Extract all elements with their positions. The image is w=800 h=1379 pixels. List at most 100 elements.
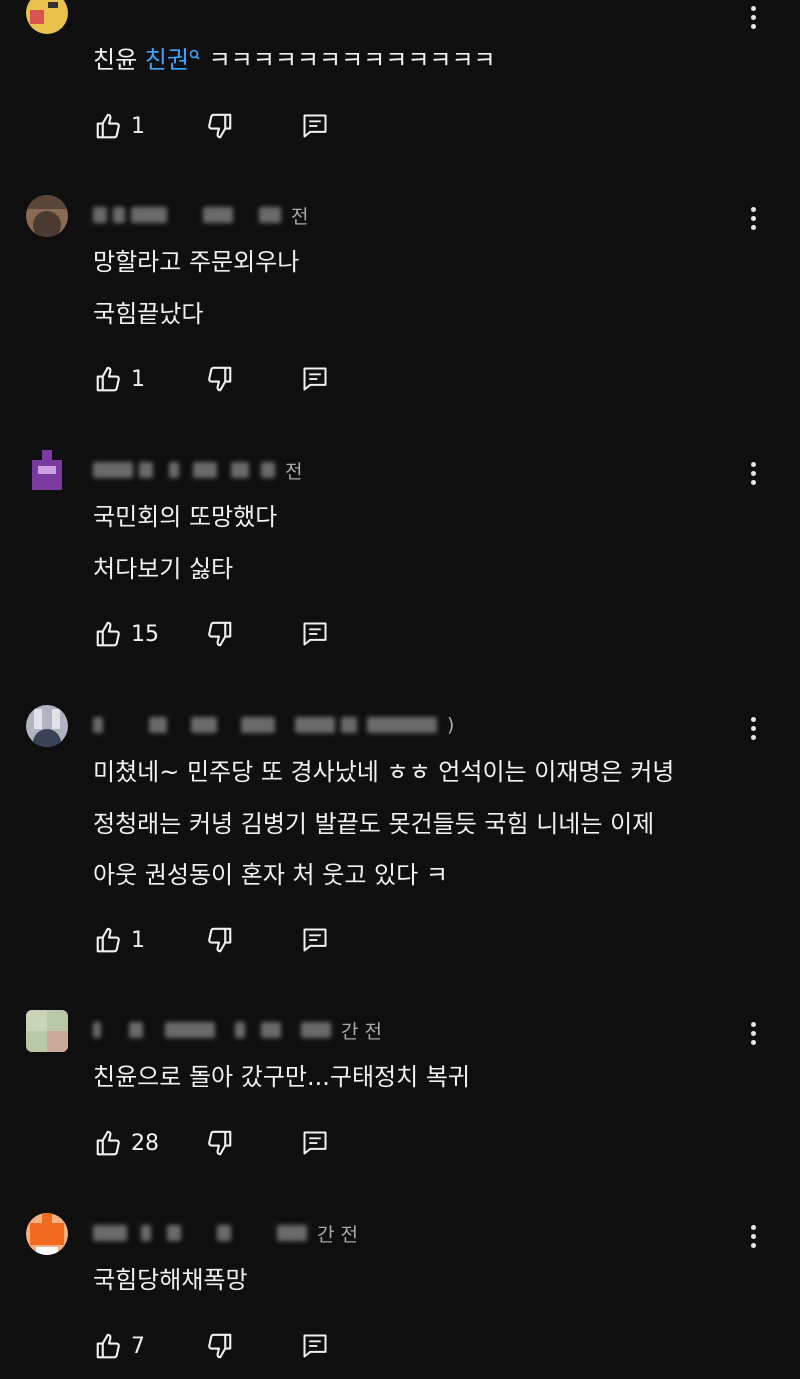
author-name-redacted <box>129 1022 143 1038</box>
reply-button[interactable] <box>299 924 331 956</box>
author-name-redacted <box>141 1225 151 1241</box>
like-count: 1 <box>131 927 145 953</box>
like-button[interactable] <box>93 1330 125 1362</box>
thumbs-up-icon <box>96 366 120 392</box>
dislike-button[interactable] <box>203 618 235 650</box>
comment-author-meta: 전 <box>93 456 302 484</box>
reply-button[interactable] <box>299 1127 331 1159</box>
avatar[interactable] <box>26 1213 68 1255</box>
author-name-redacted <box>131 207 167 223</box>
reply-button[interactable] <box>299 110 331 142</box>
dislike-button[interactable] <box>203 363 235 395</box>
like-button[interactable] <box>93 1127 125 1159</box>
reply-button[interactable] <box>299 1330 331 1362</box>
avatar[interactable] <box>26 195 68 237</box>
dislike-button[interactable] <box>203 924 235 956</box>
comment-text: 국힘끝났다 <box>93 300 204 328</box>
author-name-redacted <box>261 462 275 478</box>
like-count: 28 <box>131 1130 159 1156</box>
comment-actions: 1 <box>93 109 327 143</box>
comment-actions: 28 <box>93 1126 327 1160</box>
avatar[interactable] <box>26 450 68 492</box>
comment-author-meta: ) <box>93 711 454 739</box>
thumbs-up-icon <box>96 113 120 139</box>
like-count: 15 <box>131 621 159 647</box>
author-name-redacted <box>113 207 125 223</box>
comment-timestamp: 간 전 <box>341 1020 382 1043</box>
author-name-redacted <box>93 462 133 478</box>
thumbs-down-icon <box>208 113 232 139</box>
like-button[interactable] <box>93 110 125 142</box>
like-button[interactable] <box>93 618 125 650</box>
comment-text: 국힘당해채폭망 <box>93 1266 248 1294</box>
comment-author-meta: 간 전 <box>93 1016 382 1044</box>
more-options-icon[interactable] <box>738 203 768 233</box>
reply-icon <box>303 928 327 952</box>
comment-author-meta: 간 전 <box>93 1219 358 1247</box>
thumbs-down-icon <box>208 621 232 647</box>
comment-text: 처다보기 싫타 <box>93 555 234 583</box>
more-options-icon[interactable] <box>738 2 768 32</box>
search-icon <box>189 49 200 60</box>
like-button[interactable] <box>93 924 125 956</box>
dislike-button[interactable] <box>203 1330 235 1362</box>
reply-icon <box>303 114 327 138</box>
author-name-redacted <box>235 1022 245 1038</box>
author-name-redacted <box>169 462 179 478</box>
author-name-redacted <box>93 207 107 223</box>
comment-text: 국민회의 또망했다 <box>93 503 278 531</box>
comment-actions: 7 <box>93 1329 327 1363</box>
author-name-redacted <box>217 1225 231 1241</box>
reply-button[interactable] <box>299 363 331 395</box>
comment-text: 아웃 권성동이 혼자 처 웃고 있다 ㅋ <box>93 861 448 889</box>
author-name-redacted <box>191 717 217 733</box>
comment-timestamp: 간 전 <box>317 1223 358 1246</box>
comment-timestamp: 전 <box>291 205 309 228</box>
comment-text: 정청래는 커녕 김병기 발끝도 못건들듯 국힘 니네는 이제 <box>93 810 655 838</box>
reply-icon <box>303 622 327 646</box>
author-name-redacted <box>193 462 217 478</box>
avatar[interactable] <box>26 705 68 747</box>
avatar[interactable] <box>26 0 68 34</box>
comment-text: 망할라고 주문외우나 <box>93 248 300 276</box>
more-options-icon[interactable] <box>738 458 768 488</box>
reply-button[interactable] <box>299 618 331 650</box>
author-name-redacted <box>259 207 281 223</box>
like-count: 1 <box>131 366 145 392</box>
avatar[interactable] <box>26 1010 68 1052</box>
author-name-redacted <box>261 1022 281 1038</box>
thumbs-down-icon <box>208 1130 232 1156</box>
comment-actions: 1 <box>93 923 327 957</box>
author-name-redacted <box>341 717 357 733</box>
author-name-redacted <box>149 717 167 733</box>
more-options-icon[interactable] <box>738 1221 768 1251</box>
author-name-redacted <box>277 1225 307 1241</box>
thumbs-down-icon <box>208 927 232 953</box>
reply-icon <box>303 1334 327 1358</box>
comment-timestamp: 전 <box>285 460 303 483</box>
author-name-redacted <box>301 1022 331 1038</box>
thumbs-down-icon <box>208 1333 232 1359</box>
more-options-icon[interactable] <box>738 1018 768 1048</box>
like-count: 7 <box>131 1333 145 1359</box>
dislike-button[interactable] <box>203 1127 235 1159</box>
author-name-redacted <box>93 1225 127 1241</box>
author-name-redacted <box>139 462 153 478</box>
author-name-redacted <box>93 717 103 733</box>
like-count: 1 <box>131 113 145 139</box>
like-button[interactable] <box>93 363 125 395</box>
hashtag-link[interactable]: 친권 <box>145 46 189 74</box>
author-name-redacted <box>231 462 249 478</box>
author-name-redacted <box>241 717 275 733</box>
thumbs-up-icon <box>96 621 120 647</box>
comment-author-meta: 전 <box>93 201 308 229</box>
comment-actions: 15 <box>93 617 327 651</box>
more-options-icon[interactable] <box>738 713 768 743</box>
thumbs-up-icon <box>96 1333 120 1359</box>
reply-icon <box>303 1131 327 1155</box>
comment-timestamp: ) <box>447 714 455 736</box>
comment-text: 친윤 친권 ㅋㅋㅋㅋㅋㅋㅋㅋㅋㅋㅋㅋㅋ <box>93 46 496 74</box>
comment-actions: 1 <box>93 362 327 396</box>
dislike-button[interactable] <box>203 110 235 142</box>
comment-text: 미쳤네~ 민주당 또 경사났네 ㅎㅎ 언석이는 이재명은 커녕 <box>93 758 675 786</box>
